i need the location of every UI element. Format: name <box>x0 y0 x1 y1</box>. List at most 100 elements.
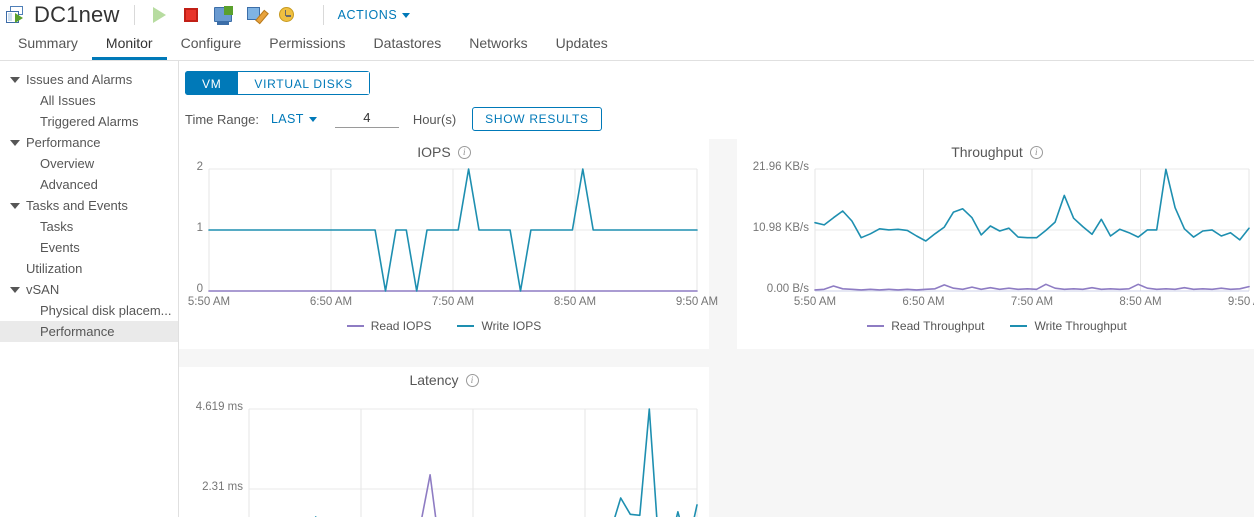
iops-chart-title: IOPS i <box>179 139 709 160</box>
info-icon[interactable]: i <box>1029 145 1043 159</box>
info-icon[interactable]: i <box>465 373 479 387</box>
sidebar: Issues and Alarms All Issues Triggered Ala… <box>0 61 179 517</box>
show-results-button[interactable]: SHOW RESULTS <box>472 107 602 131</box>
caret-down-icon[interactable] <box>10 76 20 83</box>
legend-item[interactable]: Read Throughput <box>867 319 984 333</box>
tab-summary[interactable]: Summary <box>4 36 92 60</box>
tab-updates[interactable]: Updates <box>542 36 622 60</box>
tab-monitor[interactable]: Monitor <box>91 36 167 60</box>
tab-permissions[interactable]: Permissions <box>255 36 359 60</box>
latency-chart-title: Latency i <box>179 367 709 388</box>
caret-down-icon[interactable] <box>10 202 20 209</box>
x-axis-tick-label: 8:50 AM <box>553 296 597 308</box>
y-axis-tick-label: 2.31 ms <box>202 481 243 493</box>
legend-label: Read Throughput <box>891 319 985 333</box>
launch-console-icon[interactable] <box>213 4 235 26</box>
range-mode-dropdown[interactable]: LAST <box>271 112 317 126</box>
sidebar-item-issues-and-alarms[interactable]: Issues and Alarms <box>0 69 178 90</box>
sidebar-item-tasks[interactable]: Tasks <box>0 216 178 237</box>
y-axis-tick-label: 21.96 KB/s <box>752 161 809 173</box>
legend-item[interactable]: Write IOPS <box>457 319 541 333</box>
page-title: DC1new <box>34 2 120 27</box>
actions-label: ACTIONS <box>337 8 398 22</box>
sidebar-item-label: Tasks and Events <box>26 198 128 213</box>
sidebar-item-label: Performance <box>40 324 115 339</box>
power-off-icon[interactable] <box>181 4 203 26</box>
sidebar-item-tasks-and-events[interactable]: Tasks and Events <box>0 195 178 216</box>
main-content: VM VIRTUAL DISKS Time Range: LAST Hour(s… <box>179 61 1254 517</box>
x-axis-tick-label: 5:50 AM <box>793 296 837 308</box>
x-axis-tick-label: 9:50 AM <box>1227 296 1254 308</box>
sidebar-item-performance[interactable]: Performance <box>0 132 178 153</box>
sidebar-item-label: Issues and Alarms <box>26 72 133 87</box>
sidebar-item-label: Triggered Alarms <box>40 114 139 129</box>
sidebar-item-label: Performance <box>26 135 101 150</box>
y-axis-tick-label: 2 <box>196 161 203 173</box>
sidebar-item-all-issues[interactable]: All Issues <box>0 90 178 111</box>
vsphere-client: DC1new ACTIONS Summary Monitor Configure Pe… <box>0 0 1254 526</box>
range-mode-value: LAST <box>270 112 304 126</box>
legend-label: Read IOPS <box>370 319 432 333</box>
sidebar-item-events[interactable]: Events <box>0 237 178 258</box>
info-icon[interactable]: i <box>457 145 471 159</box>
tab-networks[interactable]: Networks <box>455 36 541 60</box>
sidebar-item-overview[interactable]: Overview <box>0 153 178 174</box>
sidebar-item-label: Tasks <box>40 219 74 234</box>
tab-datastores[interactable]: Datastores <box>360 36 456 60</box>
x-axis-tick-label: 6:50 AM <box>902 296 945 308</box>
y-axis-tick-label: 10.98 KB/s <box>752 222 809 234</box>
sidebar-item-label: Overview <box>40 156 95 171</box>
sidebar-item-label: Events <box>40 240 80 255</box>
nav-tabs: Summary Monitor Configure Permissions Datast… <box>0 30 1254 60</box>
legend-label: Write IOPS <box>481 319 542 333</box>
legend-swatch-icon <box>867 325 885 327</box>
tab-configure[interactable]: Configure <box>167 36 256 60</box>
x-axis-tick-label: 5:50 AM <box>187 296 231 308</box>
sidebar-item-triggered-alarms[interactable]: Triggered Alarms <box>0 111 178 132</box>
monitor-toolbar: VM VIRTUAL DISKS Time Range: LAST Hour(s… <box>179 61 1254 139</box>
latency-plot <box>248 409 697 517</box>
tab-vm[interactable]: VM <box>185 71 238 95</box>
sidebar-item-performance[interactable]: Performance <box>0 321 178 342</box>
virtual-machine-icon <box>6 6 26 24</box>
sidebar-item-utilization[interactable]: Utilization <box>0 258 178 279</box>
object-header: DC1new ACTIONS <box>0 0 1254 30</box>
legend-item[interactable]: Write Throughput <box>1010 319 1127 333</box>
chevron-down-icon <box>402 12 411 18</box>
y-axis-tick-label: 0.00 B/s <box>766 283 809 295</box>
iops-plot <box>209 169 697 291</box>
legend-swatch-icon <box>457 325 475 327</box>
time-range-label: Time Range: <box>185 111 259 127</box>
throughput-chart-legend: Read Throughput Write Throughput <box>737 319 1254 333</box>
power-on-icon[interactable] <box>149 4 171 26</box>
iops-chart-legend: Read IOPS Write IOPS <box>179 319 709 333</box>
x-axis-tick-label: 6:50 AM <box>309 296 353 308</box>
divider <box>322 5 324 25</box>
sidebar-item-label: All Issues <box>40 93 96 108</box>
latency-chart-card: Latencyi0 ms2.31 ms4.619 ms <box>179 367 709 517</box>
snapshot-icon[interactable] <box>277 4 299 26</box>
tab-virtual-disks[interactable]: VIRTUAL DISKS <box>237 71 370 95</box>
throughput-chart-card: Throughput i 0.00 B/s 10.98 KB/s 21.96 KB/s 5… <box>737 139 1254 349</box>
legend-swatch-icon <box>346 325 364 327</box>
sidebar-item-vsan[interactable]: vSAN <box>0 279 178 300</box>
throughput-chart-title: Throughput i <box>737 139 1254 160</box>
x-axis-tick-label: 9:50 AM <box>675 296 719 308</box>
sidebar-item-label: vSAN <box>26 282 60 297</box>
legend-swatch-icon <box>1010 325 1028 327</box>
x-axis-tick-label: 8:50 AM <box>1119 296 1162 308</box>
range-unit-label: Hour(s) <box>412 111 457 127</box>
legend-label: Write Throughput <box>1034 319 1127 333</box>
edit-vm-icon[interactable] <box>245 4 267 26</box>
chevron-down-icon <box>308 116 317 122</box>
caret-down-icon[interactable] <box>10 139 20 146</box>
legend-item[interactable]: Read IOPS <box>346 319 432 333</box>
caret-down-icon[interactable] <box>10 286 20 293</box>
sidebar-item-physical-disk-placem[interactable]: Physical disk placem... <box>0 300 178 321</box>
range-value-input[interactable] <box>334 110 399 128</box>
throughput-plot <box>815 168 1249 292</box>
body: Issues and Alarms All Issues Triggered Ala… <box>0 61 1254 517</box>
actions-menu[interactable]: ACTIONS <box>338 8 411 22</box>
scope-tabs: VM VIRTUAL DISKS <box>185 71 370 95</box>
sidebar-item-advanced[interactable]: Advanced <box>0 174 178 195</box>
